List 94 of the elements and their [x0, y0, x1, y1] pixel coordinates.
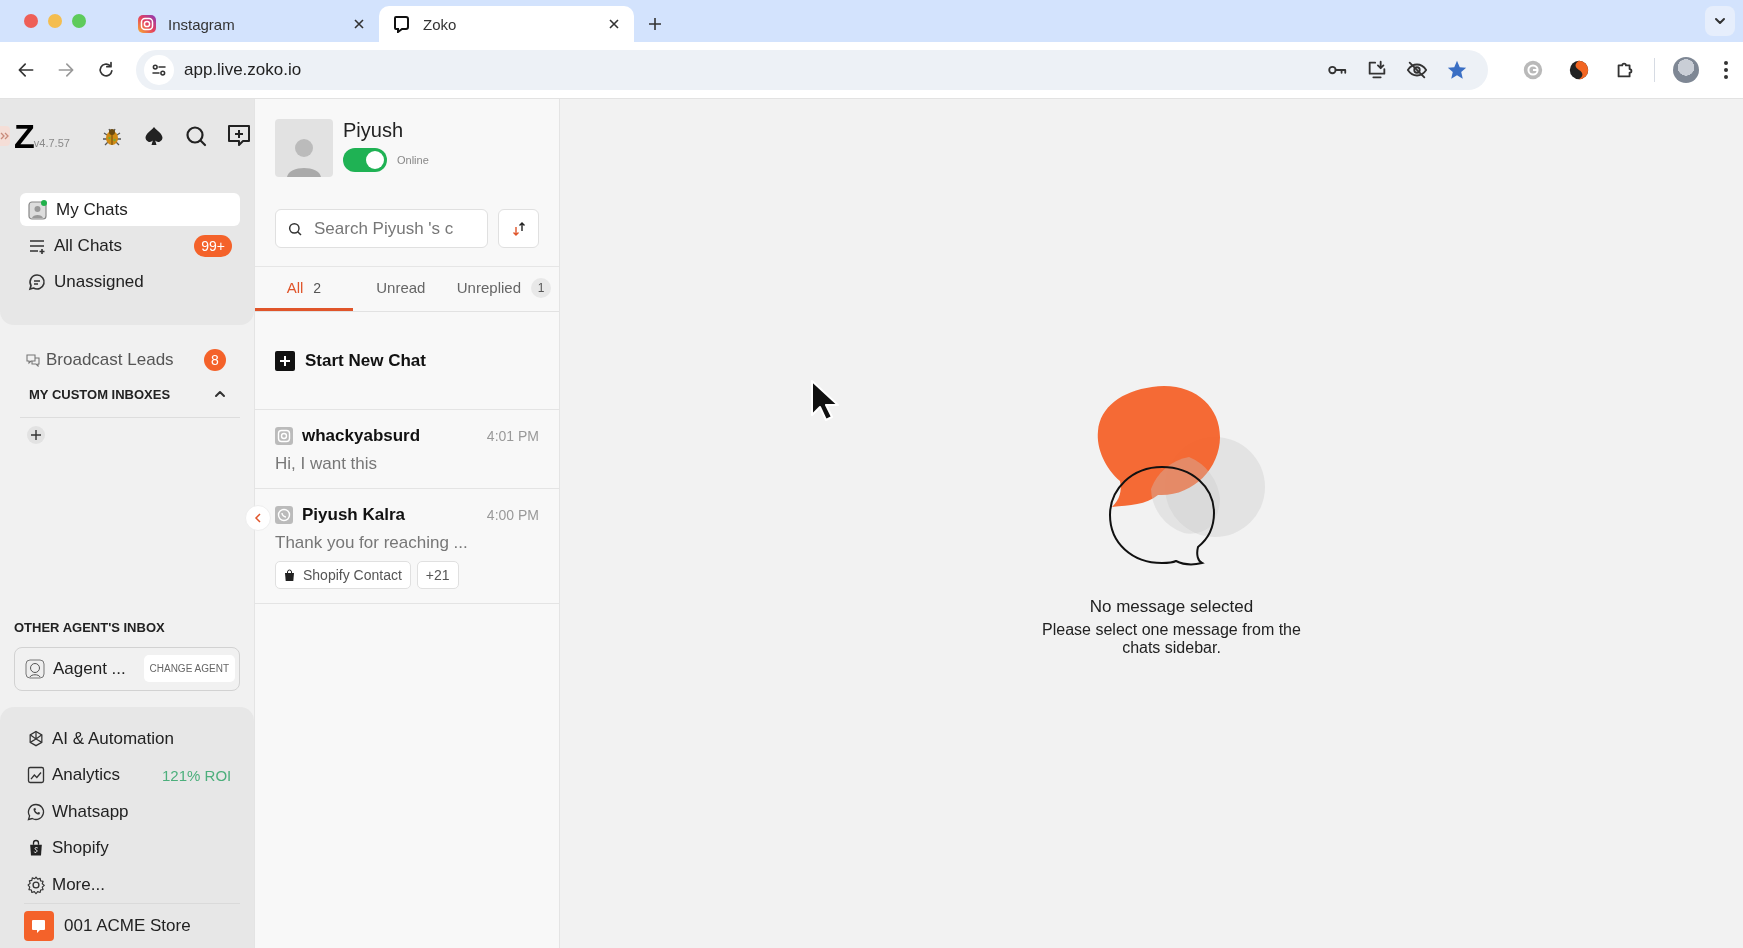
count-badge: 8: [204, 349, 226, 371]
camera-icon: [275, 427, 293, 445]
avatar-icon: [28, 199, 48, 220]
chats-icon: [26, 353, 40, 367]
plus-icon: [31, 430, 41, 440]
section-title: OTHER AGENT'S INBOX: [14, 619, 166, 635]
add-inbox-button[interactable]: [27, 426, 45, 444]
search-icon[interactable]: [183, 124, 208, 148]
store-icon: [24, 911, 54, 941]
bag-icon: [284, 569, 295, 581]
camera-icon: [138, 15, 156, 33]
install-icon[interactable]: [1366, 59, 1388, 81]
tool-label: More...: [52, 874, 105, 895]
logo: Z: [14, 119, 34, 153]
tool-label: AI & Automation: [52, 728, 174, 749]
count-badge: 99+: [194, 234, 232, 257]
message-preview: Thank you for reaching ...: [275, 533, 469, 553]
double-chevron-icon: [0, 131, 10, 141]
close-tab-icon[interactable]: [353, 18, 365, 30]
tool-label: Whatsapp: [52, 801, 129, 822]
timestamp: 4:00 PM: [486, 507, 539, 523]
chevron-left-icon: [253, 513, 263, 523]
nav-label: My Chats: [56, 199, 128, 220]
tag: Shopify Contact: [275, 561, 411, 589]
nav-item[interactable]: All Chats 99+: [20, 229, 240, 262]
tab-search-button[interactable]: [1705, 6, 1735, 36]
status-label: Online: [397, 154, 429, 166]
face-icon: [25, 658, 45, 679]
version-label: v4.7.57: [33, 137, 70, 149]
close-tab-icon[interactable]: [608, 18, 620, 30]
filter-tab[interactable]: All 2: [255, 267, 353, 311]
address-bar[interactable]: app.live.zoko.io: [136, 50, 1488, 90]
chart-icon: [26, 765, 46, 786]
chevron-up-icon[interactable]: [214, 388, 226, 400]
sort-arrows-icon: [510, 220, 527, 237]
back-icon[interactable]: [16, 60, 36, 80]
nav-label: Unassigned: [54, 271, 144, 292]
tag: +21: [416, 561, 459, 589]
tool-item[interactable]: More...: [26, 866, 240, 903]
phone-bubble-icon: [26, 801, 46, 822]
online-toggle[interactable]: [343, 148, 387, 172]
tool-item[interactable]: Analytics 121% ROI: [26, 757, 240, 794]
chat-bubble-icon: [28, 272, 46, 291]
roi-label: 121% ROI: [162, 766, 232, 784]
close-window-button[interactable]: [24, 14, 38, 28]
sort-button[interactable]: [498, 209, 539, 248]
nav-item[interactable]: My Chats: [20, 193, 240, 226]
cursor-icon: [810, 379, 840, 421]
tool-label: Shopify: [52, 838, 109, 859]
gear-icon: [26, 874, 46, 895]
menu-dots-icon[interactable]: [1723, 60, 1729, 80]
tool-label: Analytics: [52, 765, 121, 786]
sliders-icon: [150, 61, 168, 79]
start-new-chat-button[interactable]: Start New Chat: [275, 350, 426, 371]
store-name: 001 ACME Store: [64, 916, 191, 936]
new-chat-icon[interactable]: [225, 123, 252, 149]
speech-bubble-icon: [393, 15, 411, 33]
contact-name: whackyabsurd: [302, 426, 421, 446]
timestamp: 4:01 PM: [486, 428, 539, 444]
agent-name: Piyush: [343, 119, 405, 142]
site-info-button[interactable]: [144, 55, 174, 85]
tool-item[interactable]: Shopify: [26, 830, 240, 867]
search-field[interactable]: Search Piyush 's c: [275, 209, 488, 248]
search-icon: [287, 221, 303, 237]
nav-item[interactable]: Unassigned: [20, 265, 240, 298]
chevron-down-icon: [1714, 15, 1726, 27]
nav-label: All Chats: [54, 235, 123, 256]
contact-name: Piyush Kalra: [302, 505, 405, 525]
url-text: app.live.zoko.io: [184, 60, 302, 80]
browser-tab[interactable]: Zoko: [379, 6, 634, 42]
inbox-item[interactable]: Broadcast Leads 8: [14, 343, 240, 377]
change-agent-button[interactable]: CHANGE AGENT: [143, 655, 235, 682]
tool-item[interactable]: AI & Automation: [26, 720, 240, 757]
filter-tab[interactable]: Unread: [352, 267, 449, 311]
empty-state-text: Please select one message from the chats sidebar.: [1041, 621, 1302, 657]
message-preview: Hi, I want this: [275, 454, 379, 474]
store-item[interactable]: 001 ACME Store: [24, 903, 240, 948]
forward-icon[interactable]: [56, 60, 76, 80]
browser-tab[interactable]: Instagram: [124, 6, 379, 42]
agent-selector[interactable]: Aagent ... CHANGE AGENT: [14, 646, 240, 691]
phone-bubble-icon: [275, 506, 293, 524]
star-icon[interactable]: [1446, 59, 1468, 81]
agent-name: Aagent ...: [53, 658, 126, 679]
plus-square-icon: [275, 350, 295, 371]
inbox-label: Broadcast Leads: [46, 350, 174, 370]
reload-icon[interactable]: [96, 60, 116, 80]
empty-state-title: No message selected: [1089, 597, 1254, 617]
tool-item[interactable]: Whatsapp: [26, 793, 240, 830]
new-tab-icon[interactable]: [648, 17, 662, 31]
section-title: MY CUSTOM INBOXES: [29, 386, 171, 402]
swirl-icon[interactable]: [1568, 59, 1590, 81]
profile-avatar[interactable]: [1673, 57, 1699, 83]
filter-tab[interactable]: Unreplied 1: [448, 267, 559, 311]
eye-off-icon[interactable]: [1406, 59, 1428, 81]
